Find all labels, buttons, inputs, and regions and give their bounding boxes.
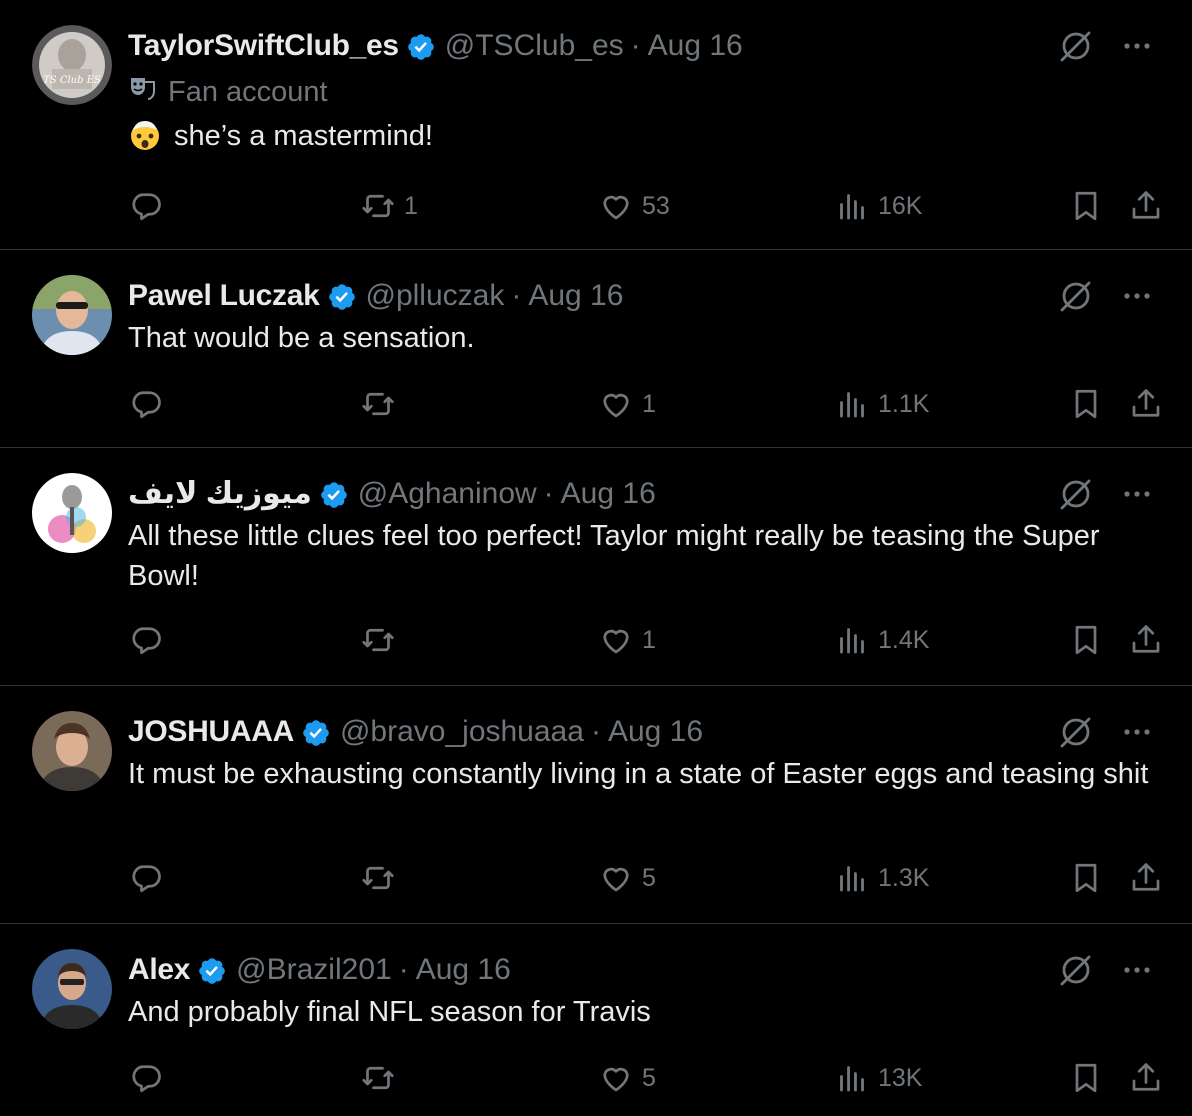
- verified-badge-icon: [197, 955, 227, 985]
- like-count: 1: [642, 625, 656, 654]
- views-button[interactable]: 16K: [834, 186, 922, 226]
- separator: ·: [590, 715, 601, 748]
- like-button[interactable]: 5: [598, 858, 656, 898]
- reply-button[interactable]: [128, 1058, 172, 1098]
- tweet-text: All these little clues feel too perfect!…: [128, 520, 1100, 592]
- more-icon[interactable]: [1122, 31, 1152, 61]
- bookmark-button[interactable]: [1068, 384, 1104, 424]
- bookmark-button[interactable]: [1068, 1058, 1104, 1098]
- svg-text:TS Club ES: TS Club ES: [43, 75, 101, 86]
- author-handle[interactable]: @Brazil201: [236, 948, 392, 992]
- tweet-text: It must be exhausting constantly living …: [128, 758, 1149, 790]
- verified-badge-icon: [319, 479, 349, 509]
- separator: ·: [543, 477, 554, 510]
- grok-icon[interactable]: [1058, 28, 1094, 64]
- author-name[interactable]: TaylorSwiftClub_es: [128, 24, 399, 68]
- timestamp[interactable]: Aug 16: [416, 948, 511, 992]
- bookmark-button[interactable]: [1068, 858, 1104, 898]
- views-button[interactable]: 13K: [834, 1058, 922, 1098]
- share-button[interactable]: [1128, 858, 1164, 898]
- like-count: 1: [642, 389, 656, 418]
- view-count: 1.3K: [878, 863, 930, 892]
- view-count: 16K: [878, 191, 923, 220]
- author-name[interactable]: Alex: [128, 948, 190, 992]
- view-count: 13K: [878, 1063, 923, 1092]
- retweet-button[interactable]: [360, 1058, 404, 1098]
- like-button[interactable]: 1: [598, 620, 656, 660]
- tweet[interactable]: JOSHUAAA @bravo_joshuaaa · Aug 16 It mus…: [0, 686, 1192, 924]
- grok-icon[interactable]: [1058, 952, 1094, 988]
- share-button[interactable]: [1128, 186, 1164, 226]
- tweet-text: And probably final NFL season for Travis: [128, 996, 651, 1028]
- separator: ·: [630, 29, 641, 62]
- retweet-button[interactable]: [360, 384, 404, 424]
- reply-button[interactable]: [128, 384, 172, 424]
- tweet-text: she’s a mastermind!: [128, 116, 1152, 156]
- retweet-button[interactable]: [360, 620, 404, 660]
- author-handle[interactable]: @TSClub_es: [445, 24, 624, 68]
- avatar[interactable]: TS Club ES: [32, 25, 112, 105]
- tweet-text-content: she’s a mastermind!: [174, 120, 433, 152]
- more-icon[interactable]: [1122, 955, 1152, 985]
- grok-icon[interactable]: [1058, 278, 1094, 314]
- author-name[interactable]: Pawel Luczak: [128, 274, 320, 318]
- share-button[interactable]: [1128, 384, 1164, 424]
- account-label: Fan account: [128, 68, 1152, 116]
- avatar[interactable]: [32, 711, 112, 791]
- like-count: 5: [642, 1063, 656, 1092]
- avatar[interactable]: [32, 949, 112, 1029]
- tweet[interactable]: TS Club ES TaylorSwiftClub_es @TSClub_es…: [0, 0, 1192, 250]
- timestamp[interactable]: Aug 16: [648, 24, 743, 68]
- like-count: 53: [642, 191, 670, 220]
- view-count: 1.4K: [878, 625, 930, 654]
- tweet[interactable]: ميوزيك لايف @Aghaninow · Aug 16 All thes…: [0, 448, 1192, 686]
- exploding-head-emoji-icon: [128, 117, 162, 151]
- verified-badge-icon: [327, 281, 357, 311]
- tweet[interactable]: Pawel Luczak @plluczak · Aug 16 That wou…: [0, 250, 1192, 448]
- views-button[interactable]: 1.3K: [834, 858, 929, 898]
- author-handle[interactable]: @Aghaninow: [358, 472, 537, 516]
- views-button[interactable]: 1.4K: [834, 620, 929, 660]
- account-label-text: Fan account: [168, 75, 328, 108]
- reply-feed: TS Club ES TaylorSwiftClub_es @TSClub_es…: [0, 0, 1192, 1116]
- share-button[interactable]: [1128, 1058, 1164, 1098]
- more-icon[interactable]: [1122, 717, 1152, 747]
- like-button[interactable]: 5: [598, 1058, 656, 1098]
- reply-button[interactable]: [128, 620, 172, 660]
- theater-masks-icon: [128, 74, 156, 110]
- reply-button[interactable]: [128, 186, 172, 226]
- separator: ·: [398, 953, 409, 986]
- view-count: 1.1K: [878, 389, 930, 418]
- verified-badge-icon: [301, 717, 331, 747]
- separator: ·: [511, 279, 522, 312]
- share-button[interactable]: [1128, 620, 1164, 660]
- retweet-button[interactable]: 1: [360, 186, 418, 226]
- author-name[interactable]: JOSHUAAA: [128, 710, 294, 754]
- tweet[interactable]: Alex @Brazil201 · Aug 16 And probably fi…: [0, 924, 1192, 1116]
- grok-icon[interactable]: [1058, 476, 1094, 512]
- avatar[interactable]: [32, 473, 112, 553]
- author-handle[interactable]: @plluczak: [366, 274, 505, 318]
- retweet-count: 1: [404, 191, 418, 220]
- views-button[interactable]: 1.1K: [834, 384, 929, 424]
- like-button[interactable]: 53: [598, 186, 670, 226]
- like-button[interactable]: 1: [598, 384, 656, 424]
- timestamp[interactable]: Aug 16: [561, 472, 656, 516]
- author-handle[interactable]: @bravo_joshuaaa: [340, 710, 584, 754]
- timestamp[interactable]: Aug 16: [608, 710, 703, 754]
- more-icon[interactable]: [1122, 479, 1152, 509]
- avatar[interactable]: [32, 275, 112, 355]
- retweet-button[interactable]: [360, 858, 404, 898]
- grok-icon[interactable]: [1058, 714, 1094, 750]
- more-icon[interactable]: [1122, 281, 1152, 311]
- verified-badge-icon: [406, 31, 436, 61]
- bookmark-button[interactable]: [1068, 620, 1104, 660]
- tweet-text: That would be a sensation.: [128, 322, 475, 354]
- reply-button[interactable]: [128, 858, 172, 898]
- bookmark-button[interactable]: [1068, 186, 1104, 226]
- author-name[interactable]: ميوزيك لايف: [128, 472, 312, 516]
- timestamp[interactable]: Aug 16: [528, 274, 623, 318]
- like-count: 5: [642, 863, 656, 892]
